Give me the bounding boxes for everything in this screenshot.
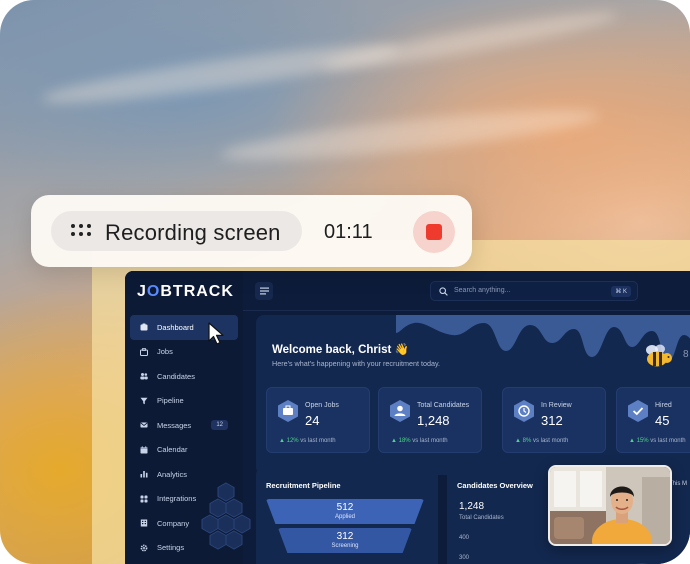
stat-delta: ▲ 18% vs last month bbox=[391, 438, 448, 444]
recording-timer: 01:11 bbox=[324, 221, 373, 243]
stat-label: In Review bbox=[541, 402, 572, 409]
sidebar-item-label: Integrations bbox=[157, 494, 197, 504]
hamburger-icon bbox=[259, 287, 269, 295]
stat-delta: ▲ 15% vs last month bbox=[629, 438, 686, 444]
sidebar-item-label: Pipeline bbox=[157, 396, 184, 406]
partial-edge-text: 8 bbox=[683, 349, 689, 360]
stat-card-open-jobs[interactable]: Open Jobs 24 ▲ 12% vs last month bbox=[266, 387, 370, 453]
sidebar-item-label: Company bbox=[157, 518, 190, 528]
sidebar-item-calendar[interactable]: Calendar bbox=[130, 438, 238, 463]
welcome-subtitle: Here's what's happening with your recrui… bbox=[272, 359, 441, 368]
logo-accent-letter: O bbox=[146, 283, 161, 300]
stat-card-in-review[interactable]: In Review 312 ▲ 8% vs last month bbox=[502, 387, 606, 453]
stat-value: 45 bbox=[655, 413, 670, 428]
stat-card-hired[interactable]: Hired 45 ▲ 15% vs last month bbox=[616, 387, 690, 453]
briefcase-icon bbox=[278, 400, 298, 422]
sidebar-item-label: Analytics bbox=[157, 469, 188, 479]
presenter-video-image bbox=[550, 467, 670, 544]
menu-toggle-button[interactable] bbox=[255, 282, 273, 300]
top-bar: Search anything... ⌘ K bbox=[243, 271, 690, 311]
card-title: Candidates Overview bbox=[457, 481, 533, 490]
bee-mascot-icon bbox=[646, 344, 672, 367]
sidebar-item-label: Jobs bbox=[157, 347, 173, 357]
messages-count-badge: 12 bbox=[211, 420, 228, 430]
funnel-step-label: Screening bbox=[331, 543, 359, 549]
webcam-preview[interactable] bbox=[548, 465, 672, 546]
pipeline-icon bbox=[140, 397, 148, 405]
cloud-streak bbox=[320, 4, 620, 78]
dashboard-icon bbox=[140, 323, 148, 331]
app-logo[interactable]: JOBTRACK bbox=[137, 283, 234, 301]
search-placeholder: Search anything... bbox=[454, 287, 511, 294]
check-icon bbox=[628, 400, 648, 422]
stat-value: 1,248 bbox=[417, 413, 450, 428]
stop-icon bbox=[426, 224, 442, 240]
calendar-icon bbox=[140, 446, 148, 454]
search-shortcut: ⌘ K bbox=[611, 286, 631, 297]
welcome-title: Welcome back, Christ 👋 bbox=[272, 344, 409, 356]
briefcase-icon bbox=[140, 347, 148, 356]
mail-icon bbox=[140, 421, 148, 429]
desktop-background: JOBTRACK Dashboard Jobs Candidates Pipel… bbox=[0, 0, 690, 564]
stat-value: 312 bbox=[541, 413, 563, 428]
analytics-icon bbox=[140, 470, 148, 478]
stat-label: Total Candidates bbox=[417, 402, 470, 409]
users-icon bbox=[140, 372, 148, 380]
stat-delta: ▲ 12% vs last month bbox=[279, 438, 336, 444]
sidebar-item-messages[interactable]: Messages 12 bbox=[130, 413, 238, 438]
grid-icon bbox=[140, 495, 148, 503]
search-icon bbox=[439, 287, 448, 296]
stop-recording-button[interactable] bbox=[413, 211, 455, 253]
clock-icon bbox=[514, 400, 534, 422]
overview-total-value: 1,248 bbox=[459, 501, 485, 512]
funnel-step-value: 512 bbox=[336, 502, 354, 513]
overview-line-chart bbox=[635, 563, 649, 564]
sidebar-item-label: Messages bbox=[157, 420, 192, 430]
search-input[interactable]: Search anything... ⌘ K bbox=[430, 281, 638, 301]
sidebar-item-label: Dashboard bbox=[157, 322, 194, 332]
stat-card-total-candidates[interactable]: Total Candidates 1,248 ▲ 18% vs last mon… bbox=[378, 387, 482, 453]
screen-recording-toolbar: Recording screen 01:11 bbox=[31, 195, 472, 267]
funnel-step-label: Applied bbox=[334, 514, 355, 520]
sidebar-item-label: Calendar bbox=[157, 445, 188, 455]
sidebar-item-pipeline[interactable]: Pipeline bbox=[130, 389, 238, 414]
funnel-step-value: 312 bbox=[336, 531, 354, 542]
recording-status-label: Recording screen bbox=[105, 220, 281, 245]
hexagon-decoration bbox=[201, 482, 251, 550]
stat-label: Open Jobs bbox=[305, 402, 339, 409]
sidebar: JOBTRACK Dashboard Jobs Candidates Pipel… bbox=[125, 271, 251, 564]
cloud-streak bbox=[219, 100, 601, 170]
axis-tick-label: 400 bbox=[459, 535, 470, 541]
welcome-panel: Welcome back, Christ 👋 Here's what's hap… bbox=[256, 315, 690, 475]
axis-tick-label: 300 bbox=[459, 555, 470, 561]
overview-total-label: Total Candidates bbox=[459, 515, 504, 521]
sidebar-item-label: Candidates bbox=[157, 371, 195, 381]
user-icon bbox=[390, 400, 410, 422]
mouse-cursor-icon bbox=[208, 322, 224, 345]
sidebar-item-label: Settings bbox=[157, 543, 185, 553]
stat-value: 24 bbox=[305, 413, 320, 428]
funnel-step[interactable]: 312 Screening bbox=[278, 528, 412, 553]
cloud-streak bbox=[39, 35, 401, 113]
building-icon bbox=[140, 519, 148, 527]
stat-label: Hired bbox=[655, 402, 672, 409]
funnel-step[interactable]: 512 Applied bbox=[266, 499, 424, 524]
sidebar-item-candidates[interactable]: Candidates bbox=[130, 364, 238, 389]
recruitment-pipeline-card: Recruitment Pipeline 512 Applied 312 Scr… bbox=[256, 467, 438, 564]
stat-delta: ▲ 8% vs last month bbox=[515, 438, 569, 444]
recording-drag-handle[interactable]: Recording screen bbox=[51, 211, 302, 251]
gear-icon bbox=[140, 544, 148, 552]
drag-grip-icon bbox=[71, 224, 91, 238]
card-title: Recruitment Pipeline bbox=[266, 481, 341, 490]
